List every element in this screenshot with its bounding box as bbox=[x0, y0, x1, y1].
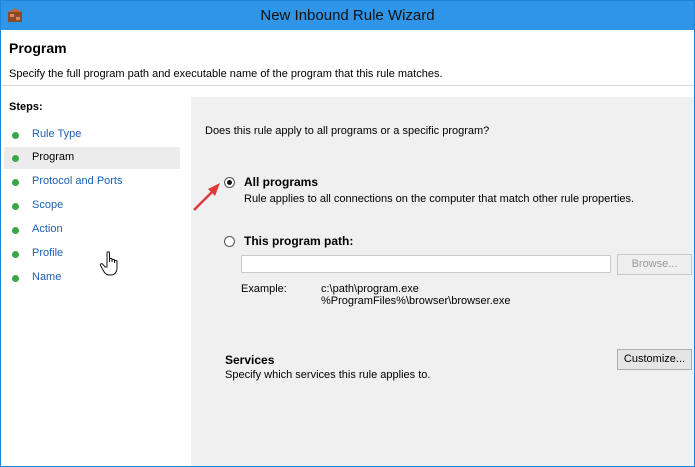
step-protocol-and-ports[interactable]: Protocol and Ports bbox=[4, 171, 180, 193]
steps-heading: Steps: bbox=[9, 101, 43, 113]
page-title: Program bbox=[9, 40, 67, 56]
step-label: Protocol and Ports bbox=[32, 175, 123, 187]
wizard-window: New Inbound Rule Wizard Program Specify … bbox=[0, 0, 695, 467]
example-label: Example: bbox=[241, 283, 287, 295]
step-status-dot-icon bbox=[12, 179, 19, 186]
step-scope[interactable]: Scope bbox=[4, 195, 180, 217]
all-programs-description: Rule applies to all connections on the c… bbox=[244, 193, 635, 205]
main-content: Does this rule apply to all programs or … bbox=[191, 97, 694, 466]
step-rule-type[interactable]: Rule Type bbox=[4, 124, 180, 146]
example-paths: c:\path\program.exe %ProgramFiles%\brows… bbox=[321, 283, 511, 307]
step-label: Action bbox=[32, 223, 63, 235]
step-status-dot-icon bbox=[12, 227, 19, 234]
services-description: Specify which services this rule applies… bbox=[225, 369, 431, 381]
steps-panel: Steps: Rule Type Program Protocol and Po… bbox=[1, 97, 181, 466]
question-text: Does this rule apply to all programs or … bbox=[205, 125, 490, 137]
title-bar: New Inbound Rule Wizard bbox=[1, 1, 694, 30]
program-path-radio[interactable] bbox=[224, 236, 235, 247]
step-status-dot-icon bbox=[12, 251, 19, 258]
page-description: Specify the full program path and execut… bbox=[9, 68, 443, 80]
step-name[interactable]: Name bbox=[4, 267, 180, 289]
program-path-label[interactable]: This program path: bbox=[244, 234, 353, 248]
step-label: Rule Type bbox=[32, 128, 82, 140]
step-label: Program bbox=[32, 151, 75, 163]
hand-cursor-icon bbox=[99, 251, 118, 276]
step-status-dot-icon bbox=[12, 275, 19, 282]
program-path-input[interactable] bbox=[241, 255, 611, 273]
all-programs-label[interactable]: All programs bbox=[244, 175, 318, 189]
step-status-dot-icon bbox=[12, 203, 19, 210]
step-label: Name bbox=[32, 271, 62, 283]
step-status-dot-icon bbox=[12, 155, 19, 162]
example-path-line: c:\path\program.exe bbox=[321, 283, 419, 295]
example-path-line: %ProgramFiles%\browser\browser.exe bbox=[321, 295, 511, 307]
customize-button[interactable]: Customize... bbox=[617, 349, 692, 370]
step-label: Scope bbox=[32, 199, 64, 211]
step-profile[interactable]: Profile bbox=[4, 243, 180, 265]
step-label: Profile bbox=[32, 247, 64, 259]
step-program[interactable]: Program bbox=[4, 147, 180, 169]
services-title: Services bbox=[225, 353, 275, 367]
page-header: Program Specify the full program path an… bbox=[1, 30, 694, 86]
step-status-dot-icon bbox=[12, 132, 19, 139]
step-action[interactable]: Action bbox=[4, 219, 180, 241]
all-programs-radio[interactable] bbox=[224, 177, 235, 188]
browse-button[interactable]: Browse... bbox=[617, 254, 692, 275]
window-title: New Inbound Rule Wizard bbox=[260, 7, 435, 24]
